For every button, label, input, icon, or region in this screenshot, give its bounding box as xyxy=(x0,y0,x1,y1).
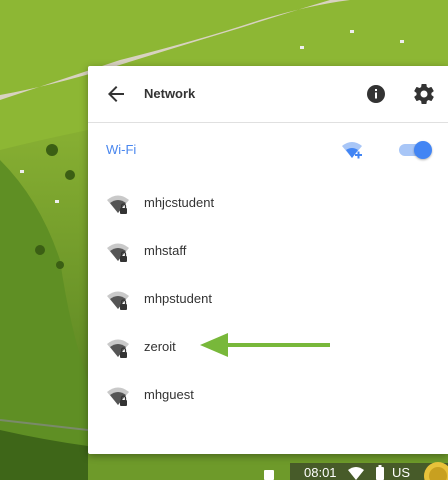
network-name: mhjcstudent xyxy=(144,195,215,210)
wifi-add-icon xyxy=(342,142,362,159)
wifi-label: Wi-Fi xyxy=(106,142,137,157)
settings-button[interactable] xyxy=(412,82,436,106)
clock: 08:01 xyxy=(304,465,337,480)
network-name: mhstaff xyxy=(144,243,187,258)
wifi-section-header: Wi-Fi xyxy=(88,130,448,170)
wifi-secure-icon xyxy=(107,195,129,214)
wifi-toggle[interactable] xyxy=(399,141,432,159)
network-item-mhstaff[interactable]: mhstaff xyxy=(88,226,448,274)
info-button[interactable] xyxy=(364,82,388,106)
network-panel: Network Wi-Fi mhjcstudent mhstaff mhpstu… xyxy=(88,66,448,454)
panel-header: Network xyxy=(88,66,448,123)
arrow-back-icon xyxy=(108,86,124,102)
input-method: US xyxy=(392,465,411,480)
back-button[interactable] xyxy=(104,82,128,106)
network-item-mhpstudent[interactable]: mhpstudent xyxy=(88,274,448,322)
wifi-status-icon xyxy=(348,467,364,480)
add-network-button[interactable] xyxy=(340,138,364,162)
network-item-mhjcstudent[interactable]: mhjcstudent xyxy=(88,178,448,226)
battery-icon xyxy=(376,465,384,480)
wifi-secure-icon xyxy=(107,339,129,358)
network-item-mhguest[interactable]: mhguest xyxy=(88,370,448,418)
page-title: Network xyxy=(144,86,196,101)
annotation-arrow-icon xyxy=(200,333,330,357)
toggle-knob xyxy=(414,141,432,159)
wifi-secure-icon xyxy=(107,243,129,262)
network-name: zeroit xyxy=(144,339,176,354)
network-name: mhguest xyxy=(144,387,194,402)
info-icon xyxy=(367,85,385,103)
network-list: mhjcstudent mhstaff mhpstudent zeroit mh… xyxy=(88,178,448,418)
wifi-secure-icon xyxy=(107,387,129,406)
user-avatar[interactable] xyxy=(418,460,448,480)
network-name: mhpstudent xyxy=(144,291,212,306)
wifi-secure-icon xyxy=(107,291,129,310)
gear-icon xyxy=(414,84,434,105)
notification-icon[interactable] xyxy=(264,470,274,480)
